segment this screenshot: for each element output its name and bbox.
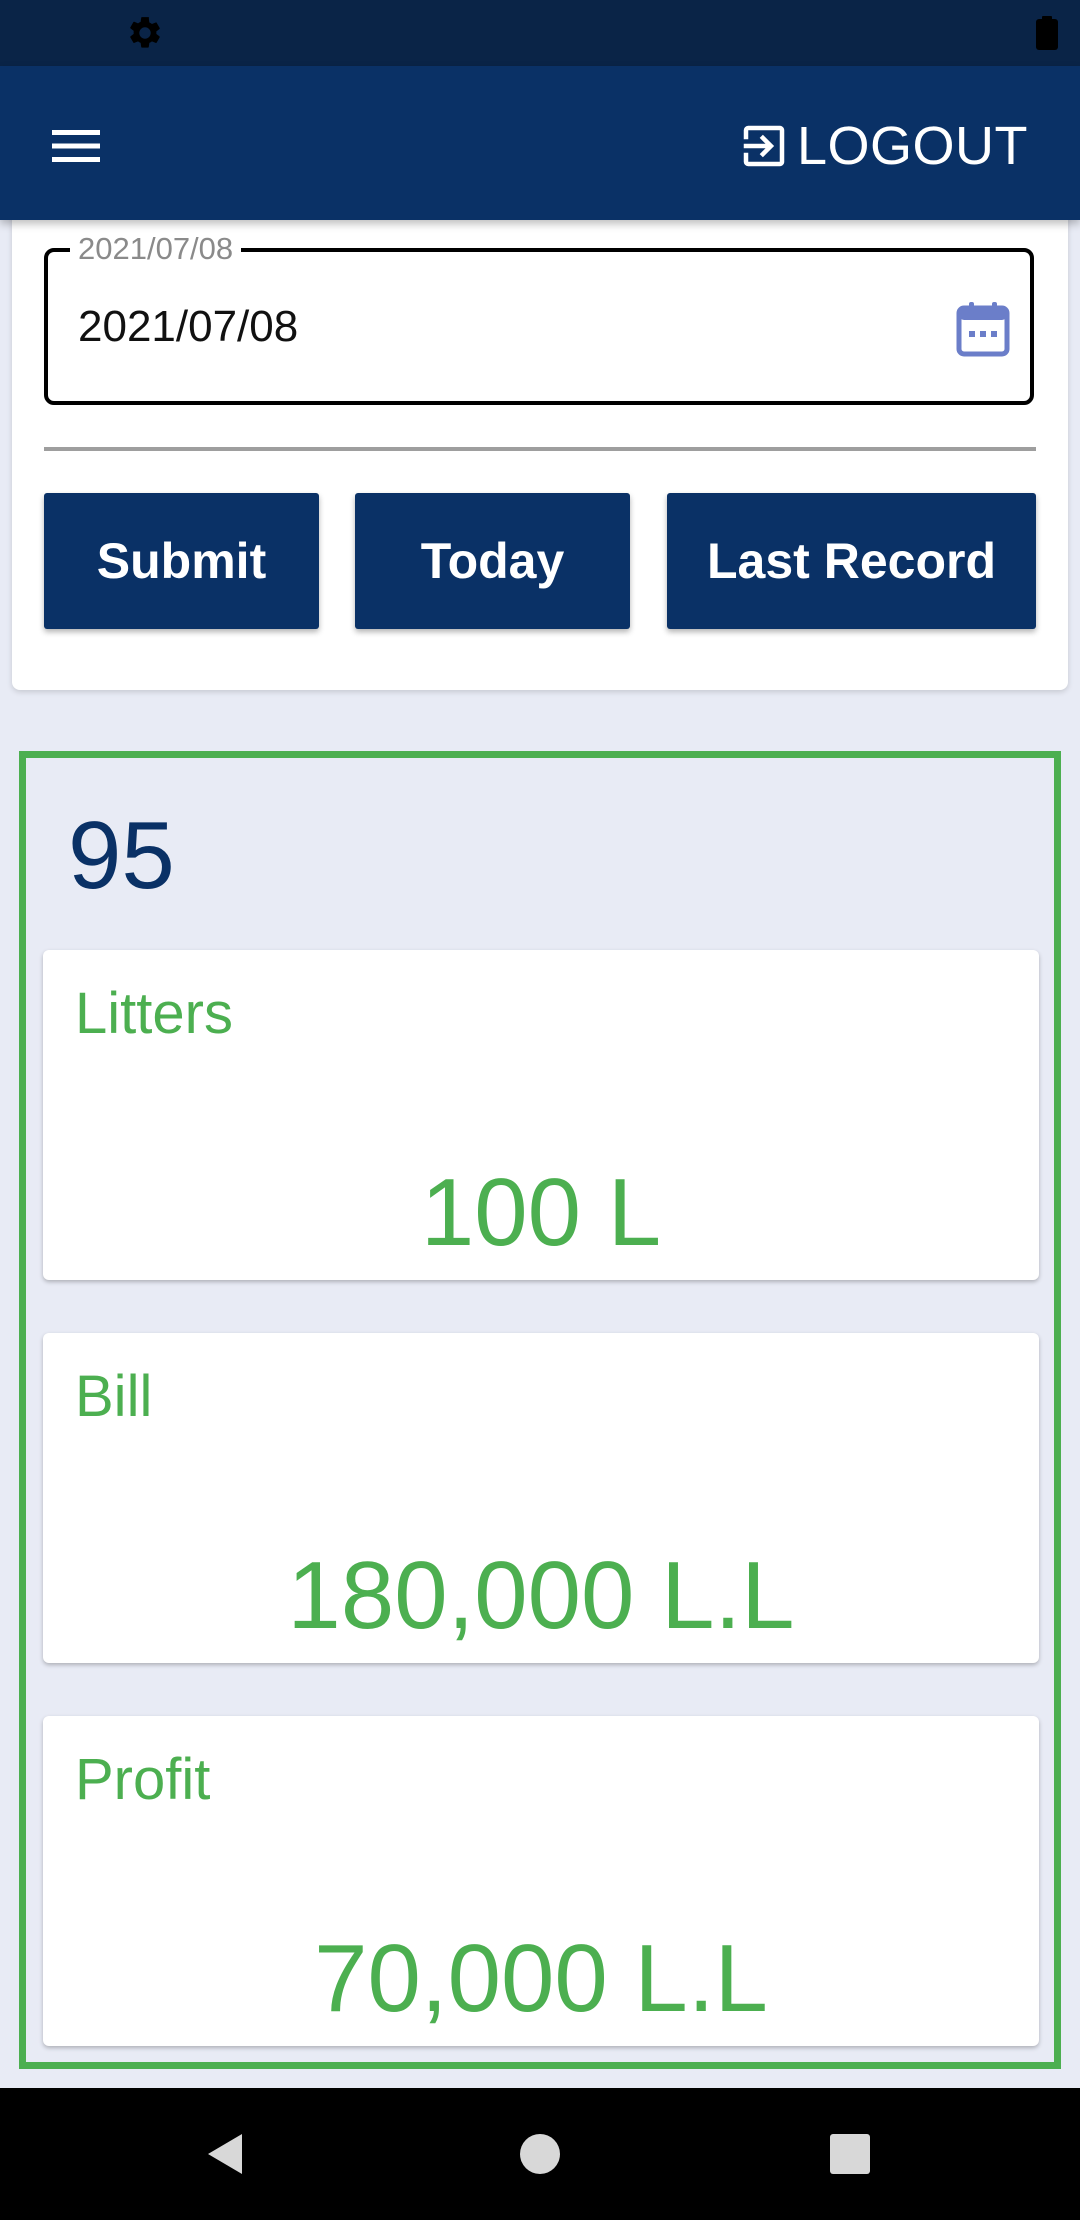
back-icon[interactable] [196,2124,256,2184]
date-input[interactable]: 2021/07/08 2021/07/08 [44,232,1034,405]
bill-label: Bill [75,1364,153,1429]
date-field-value: 2021/07/08 [78,302,299,351]
system-navigation-bar [0,2088,1080,2220]
record-count: 95 [68,802,175,909]
profit-label: Profit [75,1747,211,1812]
litters-value: 100 L [420,1159,662,1266]
battery-icon [1036,16,1058,50]
divider [44,447,1036,451]
menu-button[interactable] [36,106,116,186]
app-bar: LOGOUT [0,66,1080,220]
submit-button[interactable]: Submit [44,493,319,629]
date-field-label: 2021/07/08 [70,232,242,266]
bill-card: Bill 180,000 L.L [43,1333,1039,1663]
logout-label: LOGOUT [796,116,1028,176]
today-button[interactable]: Today [355,493,630,629]
profit-card: Profit 70,000 L.L [43,1716,1039,2046]
logout-icon [743,125,785,167]
recents-icon[interactable] [820,2124,880,2184]
last-record-button[interactable]: Last Record [667,493,1036,629]
calendar-icon[interactable] [956,300,1010,358]
home-icon[interactable] [510,2124,570,2184]
bill-value: 180,000 L.L [287,1542,795,1649]
gear-icon [130,17,160,48]
status-bar [0,0,1080,66]
litters-label: Litters [75,981,233,1046]
hamburger-menu-icon [52,130,100,162]
profit-value: 70,000 L.L [314,1925,768,2032]
litters-card: Litters 100 L [43,950,1039,1280]
summary-panel: 95 Litters 100 L Bill 180,000 L.L Profit… [19,751,1061,2069]
date-form-card: 2021/07/08 2021/07/08 Submit Today Last … [12,200,1068,690]
logout-button[interactable]: LOGOUT [737,106,1028,186]
